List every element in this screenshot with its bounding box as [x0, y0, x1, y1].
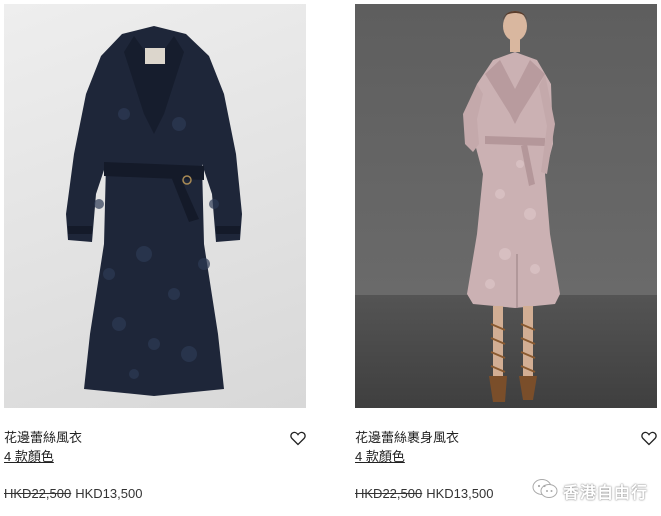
heart-icon[interactable]	[290, 431, 306, 446]
wechat-icon	[532, 478, 558, 505]
product-image-navy-lace-trench[interactable]	[4, 4, 306, 408]
original-price: HKD22,500	[355, 486, 423, 501]
sale-price: HKD13,500	[75, 486, 143, 501]
price-row: HKD22,500 HKD13,500	[4, 486, 142, 501]
original-price: HKD22,500	[4, 486, 72, 501]
product-title[interactable]: 花邊蕾絲風衣	[4, 430, 82, 445]
colors-link[interactable]: 4 款顏色	[4, 449, 54, 464]
navy-trench-coat-illustration	[66, 26, 242, 396]
product-image-pink-lace-wrap-trench[interactable]	[355, 4, 657, 408]
price-row: HKD22,500 HKD13,500	[355, 486, 493, 501]
watermark: 香港自由行	[532, 478, 649, 505]
sale-price: HKD13,500	[426, 486, 494, 501]
colors-link[interactable]: 4 款顏色	[355, 449, 405, 464]
heart-icon[interactable]	[641, 431, 657, 446]
product-card-2: 花邊蕾絲裹身風衣 4 款顏色 HKD22,500 HKD13,500	[355, 4, 657, 501]
watermark-text: 香港自由行	[563, 485, 649, 502]
product-card-1: 花邊蕾絲風衣 4 款顏色 HKD22,500 HKD13,500	[4, 4, 306, 501]
product-title[interactable]: 花邊蕾絲裹身風衣	[355, 430, 459, 445]
pink-trench-model-illustration	[463, 11, 560, 402]
